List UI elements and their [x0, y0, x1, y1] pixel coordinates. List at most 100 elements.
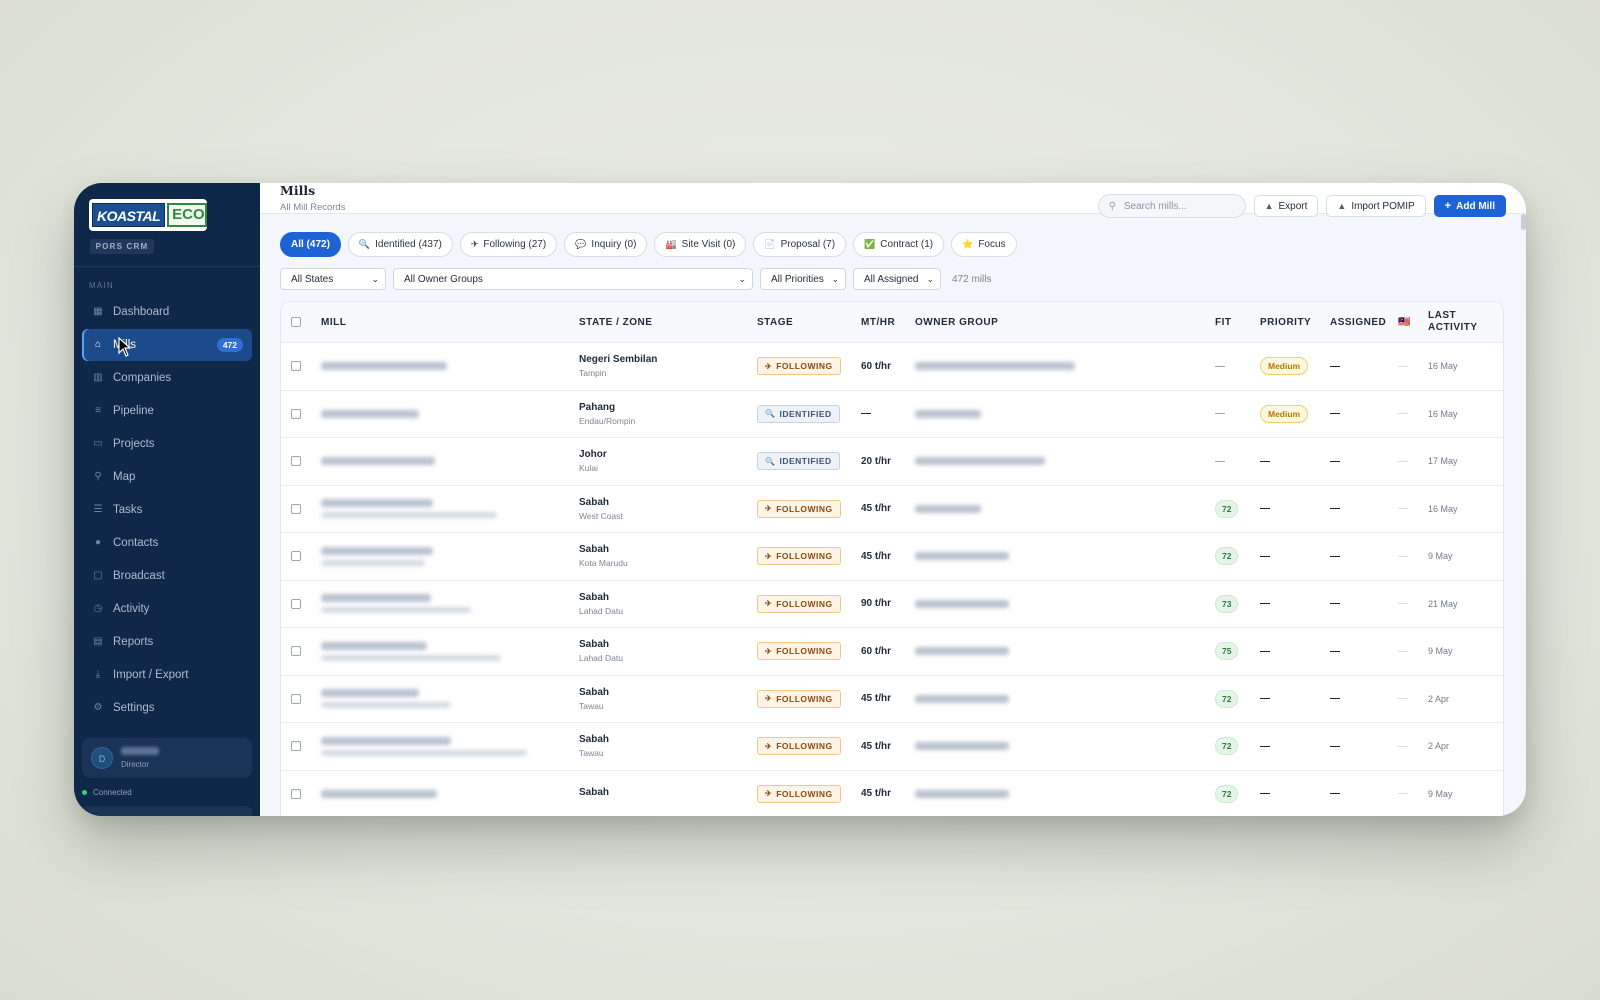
column-header-flag-icon[interactable]: 🇲🇾: [1398, 317, 1428, 328]
page-title: Mills: [280, 183, 316, 198]
count-badge: 472: [216, 338, 243, 352]
stage-badge[interactable]: 🔍 IDENTIFIED: [757, 452, 840, 471]
priority-badge: —: [1260, 503, 1270, 515]
row-checkbox[interactable]: [291, 551, 301, 562]
sidebar-item-reports[interactable]: ▤ Reports: [82, 626, 252, 658]
tab-identified[interactable]: 🔍 Identified (437): [347, 232, 453, 257]
sidebar-item-tasks[interactable]: ☰ Tasks: [82, 494, 252, 526]
add-mill-button-label: Add Mill: [1456, 200, 1495, 212]
stage-badge[interactable]: ✈ FOLLOWING: [757, 737, 841, 756]
state-filter-select[interactable]: All States ⌄: [280, 268, 386, 290]
stage-badge[interactable]: ✈ FOLLOWING: [757, 784, 841, 803]
sidebar-item-dashboard[interactable]: ▦ Dashboard: [82, 296, 252, 328]
row-checkbox[interactable]: [291, 693, 301, 704]
table-row[interactable]: Negeri Sembilan Tampin ✈ FOLLOWING 60 t/hr — M…: [281, 343, 1503, 391]
logo-koastal-text: KOASTAL: [92, 203, 166, 227]
assigned-value: —: [1330, 455, 1340, 467]
column-header-mill[interactable]: MILL: [321, 317, 579, 328]
mill-name-redacted[interactable]: [321, 789, 579, 798]
capacity-value: 45 t/hr: [861, 550, 892, 562]
connection-status: Connected: [82, 788, 132, 797]
tab-site-visit[interactable]: 🏭 Site Visit (0): [654, 232, 747, 257]
sidebar-item-mills[interactable]: ⌂Mills472: [82, 329, 252, 361]
table-row[interactable]: Pahang Endau/Rompin 🔍 IDENTIFIED — — Medium — — 1…: [281, 391, 1503, 438]
sidebar-item-companies[interactable]: ▥ Companies: [82, 362, 252, 394]
state-name: Johor: [579, 449, 607, 461]
logo[interactable]: KOASTAL ECO: [89, 199, 207, 231]
assigned-value: —: [1330, 788, 1340, 800]
column-header-fit[interactable]: FIT: [1215, 317, 1260, 328]
row-checkbox[interactable]: [291, 456, 301, 467]
tab-contract[interactable]: ✅ Contract (1): [853, 232, 945, 257]
user-card[interactable]: D Director: [82, 738, 252, 778]
mill-name-redacted[interactable]: [321, 409, 579, 418]
stage-badge[interactable]: ✈ FOLLOWING: [757, 499, 841, 518]
column-header-mthr[interactable]: MT/HR: [861, 317, 915, 328]
row-checkbox[interactable]: [291, 646, 301, 657]
sidebar-item-import-export[interactable]: ⤓ Import / Export: [82, 659, 252, 691]
assigned-cell: —: [1330, 503, 1398, 514]
column-header-state[interactable]: STATE / ZONE: [579, 317, 757, 328]
column-header-stage[interactable]: STAGE: [757, 317, 861, 328]
row-select-cell: [281, 598, 321, 609]
row-checkbox[interactable]: [291, 788, 301, 799]
stage-badge[interactable]: ✈ FOLLOWING: [757, 642, 841, 661]
sidebar-item-pipeline[interactable]: ≡ Pipeline: [82, 395, 252, 427]
zone-name: Tawau: [579, 700, 604, 711]
sidebar-item-broadcast[interactable]: ▢ Broadcast: [82, 560, 252, 592]
sidebar-bottom-bar[interactable]: [82, 806, 252, 816]
sidebar-item-activity[interactable]: ◷ Activity: [82, 593, 252, 625]
row-checkbox[interactable]: [291, 408, 301, 419]
mill-name-redacted[interactable]: [321, 689, 579, 709]
table-row[interactable]: Sabah Lahad Datu ✈ FOLLOWING 90 t/hr 73 — — — 21 …: [281, 581, 1503, 628]
sidebar-item-projects[interactable]: ▭ Projects: [82, 428, 252, 460]
row-checkbox[interactable]: [291, 741, 301, 752]
sidebar-item-settings[interactable]: ⚙ Settings: [82, 692, 252, 724]
mill-name-redacted[interactable]: [321, 736, 579, 756]
plane-icon: ✈: [765, 551, 773, 561]
sidebar-item-map[interactable]: ⚲ Map: [82, 461, 252, 493]
flag-cell: —: [1398, 503, 1428, 514]
column-header-last-activity[interactable]: LAST ACTIVITY: [1428, 310, 1478, 334]
tab-proposal[interactable]: 📄 Proposal (7): [753, 232, 847, 257]
assigned-filter-select[interactable]: All Assigned ⌄: [853, 268, 941, 290]
column-header-priority[interactable]: PRIORITY: [1260, 317, 1330, 328]
mill-name-redacted[interactable]: [321, 594, 579, 614]
tab-inquiry[interactable]: 💬 Inquiry (0): [564, 232, 648, 257]
mill-name-redacted[interactable]: [321, 362, 579, 371]
zone-name: West Coast: [579, 510, 623, 521]
mill-name-redacted[interactable]: [321, 499, 579, 519]
row-checkbox[interactable]: [291, 503, 301, 514]
sidebar-item-contacts[interactable]: ● Contacts: [82, 527, 252, 559]
table-row[interactable]: Sabah Lahad Datu ✈ FOLLOWING 60 t/hr 75 — — — 9 M…: [281, 628, 1503, 676]
owner-group-filter-select[interactable]: All Owner Groups ⌄: [393, 268, 753, 290]
tab-following[interactable]: ✈ Following (27): [459, 232, 558, 257]
stage-cell: ✈ FOLLOWING: [757, 784, 861, 803]
tab-all[interactable]: All (472): [280, 232, 341, 257]
scrollbar-thumb[interactable]: [1521, 214, 1526, 230]
table-row[interactable]: Sabah Tawau ✈ FOLLOWING 45 t/hr 72 — — — 2 Apr: [281, 723, 1503, 771]
column-header-owner-group[interactable]: OWNER GROUP: [915, 317, 1215, 328]
table-row[interactable]: Sabah ✈ FOLLOWING 45 t/hr 72 — — — 9 May: [281, 771, 1503, 817]
stage-badge[interactable]: 🔍 IDENTIFIED: [757, 404, 840, 423]
tab-focus[interactable]: ⭐ Focus: [951, 232, 1017, 257]
row-checkbox[interactable]: [291, 361, 301, 372]
stage-badge[interactable]: ✈ FOLLOWING: [757, 594, 841, 613]
table-row[interactable]: Sabah West Coast ✈ FOLLOWING 45 t/hr 72 — — — 16 …: [281, 486, 1503, 533]
flag-cell: —: [1398, 788, 1428, 799]
select-all-checkbox[interactable]: [291, 317, 301, 327]
table-row[interactable]: Johor Kulai 🔍 IDENTIFIED 20 t/hr — — — — 17 May: [281, 438, 1503, 486]
column-header-assigned[interactable]: ASSIGNED: [1330, 317, 1398, 328]
stage-badge[interactable]: ✈ FOLLOWING: [757, 547, 841, 566]
priority-filter-select[interactable]: All Priorities ⌄: [760, 268, 846, 290]
table-row[interactable]: Sabah Tawau ✈ FOLLOWING 45 t/hr 72 — — — 2 Apr: [281, 676, 1503, 723]
mill-name-redacted[interactable]: [321, 546, 579, 566]
table-row[interactable]: Sabah Kota Marudu ✈ FOLLOWING 45 t/hr 72 — — — 9 …: [281, 533, 1503, 581]
mill-name-redacted[interactable]: [321, 457, 579, 466]
stage-badge[interactable]: ✈ FOLLOWING: [757, 689, 841, 708]
mill-name-redacted[interactable]: [321, 641, 579, 661]
tab-label: Proposal (7): [780, 239, 836, 250]
stage-badge[interactable]: ✈ FOLLOWING: [757, 357, 841, 376]
row-checkbox[interactable]: [291, 598, 301, 609]
stage-label: FOLLOWING: [776, 646, 833, 657]
